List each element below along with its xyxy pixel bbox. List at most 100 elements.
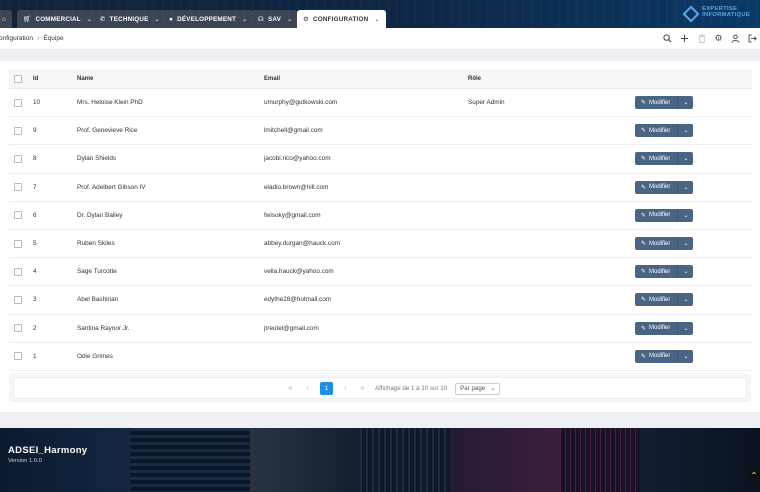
table-row[interactable]: 10 Mrs. Heloise Klein PhD umurphy@gutkowsk…	[9, 89, 752, 118]
table-row[interactable]: 1 Odie Grimes ✎ Modifier ⌄	[9, 343, 752, 371]
table-row[interactable]: 8 Dylan Shields jacobi.rico@yahoo.com ✎ Modi…	[9, 145, 752, 174]
actions-dropdown-button[interactable]: ⌄	[678, 124, 694, 138]
row-checkbox[interactable]	[14, 211, 22, 220]
actions-dropdown-button[interactable]: ⌄	[678, 152, 694, 166]
actions-dropdown-button[interactable]: ⌄	[678, 349, 694, 363]
row-actions: ✎ Modifier ⌄	[635, 124, 694, 138]
pagination-bar: « ‹ 1 › » Affichage de 1 à 10 sur 10 Par…	[13, 377, 747, 399]
breadcrumb-parent-link[interactable]: onfiguration	[0, 35, 33, 42]
tab-commercial[interactable]: 🛒︎ COMMERCIAL ⌄	[17, 10, 99, 28]
edit-button[interactable]: ✎ Modifier	[635, 152, 679, 166]
cart-icon: 🛒︎	[23, 16, 32, 23]
row-checkbox[interactable]	[14, 295, 22, 304]
footer-background	[640, 428, 760, 492]
search-icon[interactable]	[662, 33, 673, 44]
column-header-name[interactable]: Name	[77, 76, 93, 82]
row-checkbox[interactable]	[14, 183, 22, 192]
row-checkbox[interactable]	[14, 267, 22, 276]
previous-page-icon[interactable]: ‹	[303, 385, 312, 392]
chevron-down-icon: ⌄	[683, 128, 689, 135]
tab-label: SAV	[267, 15, 282, 23]
chevron-up-icon: ⌃	[750, 470, 758, 480]
cell-email: jtreutel@gmail.com	[264, 324, 319, 332]
edit-button[interactable]: ✎ Modifier	[635, 208, 679, 222]
gear-icon[interactable]: ⚙	[713, 33, 724, 44]
cell-name: Prof. Genevieve Rice	[77, 127, 138, 135]
row-actions: ✎ Modifier ⌄	[635, 293, 694, 307]
scroll-top-button[interactable]: ⌃	[748, 468, 760, 482]
breadcrumb-current: Équipe	[43, 35, 64, 42]
cell-email: abbey.durgan@hauck.com	[264, 240, 341, 248]
row-checkbox[interactable]	[14, 324, 22, 333]
cell-id: 7	[33, 183, 37, 191]
cell-name: Sage Turcotte	[77, 268, 117, 276]
last-page-icon[interactable]: »	[358, 385, 367, 392]
pencil-icon: ✎	[641, 297, 647, 304]
table-row[interactable]: 3 Abel Bashirian edythe28@hotmail.com ✎ Modi…	[9, 286, 752, 315]
actions-dropdown-button[interactable]: ⌄	[678, 96, 694, 110]
table-row[interactable]: 2 Santina Raynor Jr. jtreutel@gmail.com ✎ Mo…	[9, 315, 752, 343]
edit-button[interactable]: ✎ Modifier	[635, 237, 679, 251]
table-row[interactable]: 9 Prof. Genevieve Rice lmitchell@gmail.com…	[9, 117, 752, 146]
logout-icon[interactable]	[747, 33, 758, 44]
edit-button[interactable]: ✎ Modifier	[635, 265, 679, 279]
edit-button[interactable]: ✎ Modifier	[635, 96, 679, 110]
column-header-email[interactable]: Email	[264, 76, 280, 82]
cell-name: Santina Raynor Jr.	[77, 324, 130, 332]
chevron-down-icon: ⌄	[683, 212, 689, 219]
edit-button-label: Modifier	[649, 240, 671, 247]
home-icon: ⌂	[2, 15, 7, 23]
breadcrumb: onfiguration › Équipe	[0, 35, 64, 42]
row-checkbox[interactable]	[14, 239, 22, 248]
actions-dropdown-button[interactable]: ⌄	[678, 293, 694, 307]
trash-icon[interactable]	[696, 33, 707, 44]
row-checkbox[interactable]	[14, 98, 22, 107]
chevron-down-icon: ⌄	[154, 16, 160, 23]
column-header-id[interactable]: Id	[33, 76, 38, 82]
edit-button[interactable]: ✎ Modifier	[635, 349, 679, 363]
table-row[interactable]: 7 Prof. Adelbert Gibson IV eladio.brown@hi…	[9, 174, 752, 202]
pencil-icon: ✎	[641, 269, 647, 276]
column-header-role[interactable]: Rôle	[468, 76, 481, 82]
actions-dropdown-button[interactable]: ⌄	[678, 321, 694, 335]
edit-button-label: Modifier	[649, 99, 671, 106]
row-actions: ✎ Modifier ⌄	[635, 96, 694, 110]
page-button-current[interactable]: 1	[320, 382, 333, 395]
chevron-down-icon: ⌄	[683, 353, 689, 360]
footer-background	[360, 428, 450, 492]
table-row[interactable]: 5 Ruben Skiles abbey.durgan@hauck.com ✎ Modi…	[9, 230, 752, 259]
cell-name: Dr. Dylan Bailey	[77, 211, 123, 219]
chevron-down-icon: ⌄	[683, 100, 689, 107]
pencil-icon: ✎	[641, 353, 647, 360]
edit-button[interactable]: ✎ Modifier	[635, 180, 679, 194]
edit-button[interactable]: ✎ Modifier	[635, 321, 679, 335]
row-checkbox[interactable]	[14, 154, 22, 163]
footer-version: Version 1.0.0	[8, 458, 42, 464]
user-icon[interactable]	[730, 33, 741, 44]
plus-icon[interactable]	[679, 33, 690, 44]
first-page-icon[interactable]: «	[286, 385, 295, 392]
footer-background	[560, 428, 640, 492]
tab-developpement[interactable]: ● DÉVELOPPEMENT ⌄	[163, 10, 254, 28]
row-checkbox[interactable]	[14, 352, 22, 361]
row-checkbox[interactable]	[14, 126, 22, 135]
next-page-icon[interactable]: ›	[341, 385, 350, 392]
table-row[interactable]: 4 Sage Turcotte vella.hauck@yahoo.com ✎ Modi…	[9, 258, 752, 287]
tab-configuration[interactable]: ⚙ CONFIGURATION ⌄	[297, 10, 386, 28]
select-all-checkbox[interactable]	[14, 74, 22, 83]
per-page-select[interactable]: Par page ⌄	[455, 382, 501, 395]
tab-technique[interactable]: ✆ TECHNIQUE ⌄	[94, 10, 166, 28]
home-tab[interactable]: ⌂	[0, 10, 12, 28]
company-logo[interactable]: EXPERTISE INFORMATIQUE	[684, 5, 750, 19]
edit-button[interactable]: ✎ Modifier	[635, 124, 679, 138]
table-row[interactable]: 6 Dr. Dylan Bailey fwisoky@gmail.com ✎ Modif…	[9, 202, 752, 230]
actions-dropdown-button[interactable]: ⌄	[678, 180, 694, 194]
tab-label: COMMERCIAL	[35, 15, 81, 23]
cell-id: 8	[33, 155, 37, 163]
actions-dropdown-button[interactable]: ⌄	[678, 237, 694, 251]
actions-dropdown-button[interactable]: ⌄	[678, 265, 694, 279]
edit-button[interactable]: ✎ Modifier	[635, 293, 679, 307]
actions-dropdown-button[interactable]: ⌄	[678, 208, 694, 222]
tab-sav[interactable]: ☊ SAV ⌄	[252, 10, 299, 28]
row-actions: ✎ Modifier ⌄	[635, 349, 694, 363]
